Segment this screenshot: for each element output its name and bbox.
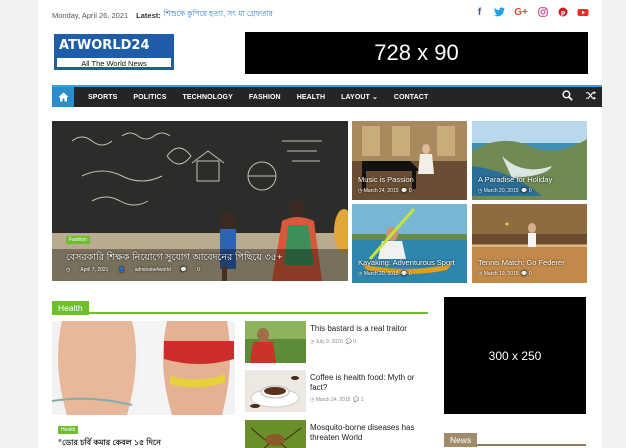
post-title[interactable]: Kayaking: Adventurous Sport [358,258,455,267]
section-label[interactable]: News [444,433,478,447]
nav-item-contact[interactable]: CONTACT [394,94,428,101]
post-title[interactable]: Tennis Match: Go Federer [478,258,565,267]
post-meta: ◷ July 9, 2020 💬 0 [310,339,356,345]
svg-text:p: p [560,9,565,16]
comment-count[interactable]: 0 [529,271,532,277]
featured-small-post[interactable]: Kayaking: Adventurous Sport ◷ March 20, … [352,204,467,283]
post-meta: ◷ March 24, 2015 💬 0 [358,188,412,194]
search-icon[interactable] [562,90,573,101]
post-title[interactable]: A Paradise for Holiday [478,175,552,184]
logo-title: ATWORLD24 [59,38,150,53]
news-section-header: News [444,430,586,447]
featured-small-post[interactable]: Tennis Match: Go Federer ◷ March 19, 201… [472,204,587,283]
logo-tagline: All The World News [56,57,172,68]
nav-item-sports[interactable]: SPORTS [88,94,117,101]
sidebar-banner-ad[interactable]: 300 x 250 [444,297,586,414]
latest-label: Latest: [136,10,161,20]
category-badge[interactable]: Health [58,426,79,434]
post-date[interactable]: March 24, 2015 [316,397,351,403]
top-bar: Monday, April 26, 2021 Latest: শিশুকে কু… [52,7,589,22]
latest-headline-link[interactable]: শিশুকে কুপিয়ে হত্যা, সৎ মা গ্রেফতার [164,9,273,21]
comment-icon: 💬 [180,267,188,273]
post-date[interactable]: April 7, 2021 [80,267,108,273]
post-date[interactable]: March 19, 2015 [484,271,519,277]
nav-item-fashion[interactable]: FASHION [249,94,281,101]
section-label[interactable]: Health [52,301,89,315]
comment-count[interactable]: 1 [361,397,364,403]
post-meta: ◷ March 20, 2015 💬 0 [478,188,532,194]
nav-item-layout[interactable]: LAYOUT ⌄ [341,93,378,101]
nav-item-politics[interactable]: POLITICS [133,94,166,101]
belly-image [52,321,235,415]
post-title[interactable]: Music is Passion [358,175,414,184]
nav-item-health[interactable]: HEALTH [297,94,325,101]
post-date[interactable]: March 20, 2015 [364,271,399,277]
post-thumbnail[interactable] [245,370,306,412]
post-meta: ◷ March 24, 2015 💬 1 [310,397,364,403]
current-date: Monday, April 26, 2021 [52,10,129,20]
facebook-icon[interactable]: f [474,7,485,18]
post-thumbnail[interactable] [245,321,306,363]
social-links: f G+ p [474,7,589,18]
list-item[interactable]: Mosquito-borne diseases has threaten Wor… [245,420,430,448]
post-date[interactable]: July 9, 2020 [316,339,343,345]
post-meta: ◷ March 20, 2015 💬 0 [358,271,412,277]
health-feature-title[interactable]: “ডোর চর্বি কমার কেবল ১৫ দিনে [58,437,228,448]
instagram-icon[interactable] [537,7,548,18]
category-badge[interactable]: Fashion [66,236,90,244]
post-title[interactable]: Coffee is health food: Myth or fact? [310,373,430,393]
user-icon: 👤 [118,267,125,273]
comment-count[interactable]: 0 [529,188,532,194]
nav-item-technology[interactable]: TECHNOLOGY [182,94,232,101]
comment-count[interactable]: 0 [353,339,356,345]
health-feature-image[interactable] [52,321,235,415]
youtube-icon[interactable] [577,7,589,18]
health-section-header: Health [52,298,428,315]
pinterest-icon[interactable]: p [557,7,568,18]
header-banner-ad[interactable]: 728 x 90 [245,32,588,74]
post-thumbnail[interactable] [245,420,306,448]
featured-small-post[interactable]: Music is Passion ◷ March 24, 2015 💬 0 [352,121,467,200]
twitter-icon[interactable] [494,7,505,18]
list-item[interactable]: Coffee is health food: Myth or fact? ◷ M… [245,370,430,412]
page: Monday, April 26, 2021 Latest: শিশুকে কু… [38,0,602,448]
shuffle-icon[interactable] [585,90,596,101]
post-date[interactable]: March 24, 2015 [364,188,399,194]
comment-count[interactable]: 0 [409,188,412,194]
list-item[interactable]: This bastard is a real traitor ◷ July 9,… [245,321,430,363]
main-navigation: SPORTS POLITICS TECHNOLOGY FASHION HEALT… [52,85,602,107]
home-icon [58,92,68,102]
featured-main-title[interactable]: বেসরকারি শিক্ষক নিয়োগে সুযোগ আবেদনের পি… [66,251,346,266]
comment-count[interactable]: 0 [409,271,412,277]
featured-main-meta: ◷ April 7, 2021 👤 adminatw4world 💬 0 [66,267,200,273]
post-title[interactable]: This bastard is a real traitor [310,324,430,334]
featured-main-post[interactable]: Fashion বেসরকারি শিক্ষক নিয়োগে সুযোগ আব… [52,121,348,281]
comment-count[interactable]: 0 [197,267,200,273]
featured-small-post[interactable]: A Paradise for Holiday ◷ March 20, 2015 … [472,121,587,200]
post-date[interactable]: March 20, 2015 [484,188,519,194]
post-author[interactable]: adminatw4world [135,267,171,273]
site-logo[interactable]: ATWORLD24 All The World News [54,34,174,70]
nav-tools [562,90,596,101]
clock-icon: ◷ [66,267,71,273]
google-plus-icon[interactable]: G+ [514,7,528,18]
post-title[interactable]: Mosquito-borne diseases has threaten Wor… [310,423,430,443]
post-meta: ◷ March 19, 2015 💬 0 [478,271,532,277]
home-button[interactable] [52,87,74,107]
